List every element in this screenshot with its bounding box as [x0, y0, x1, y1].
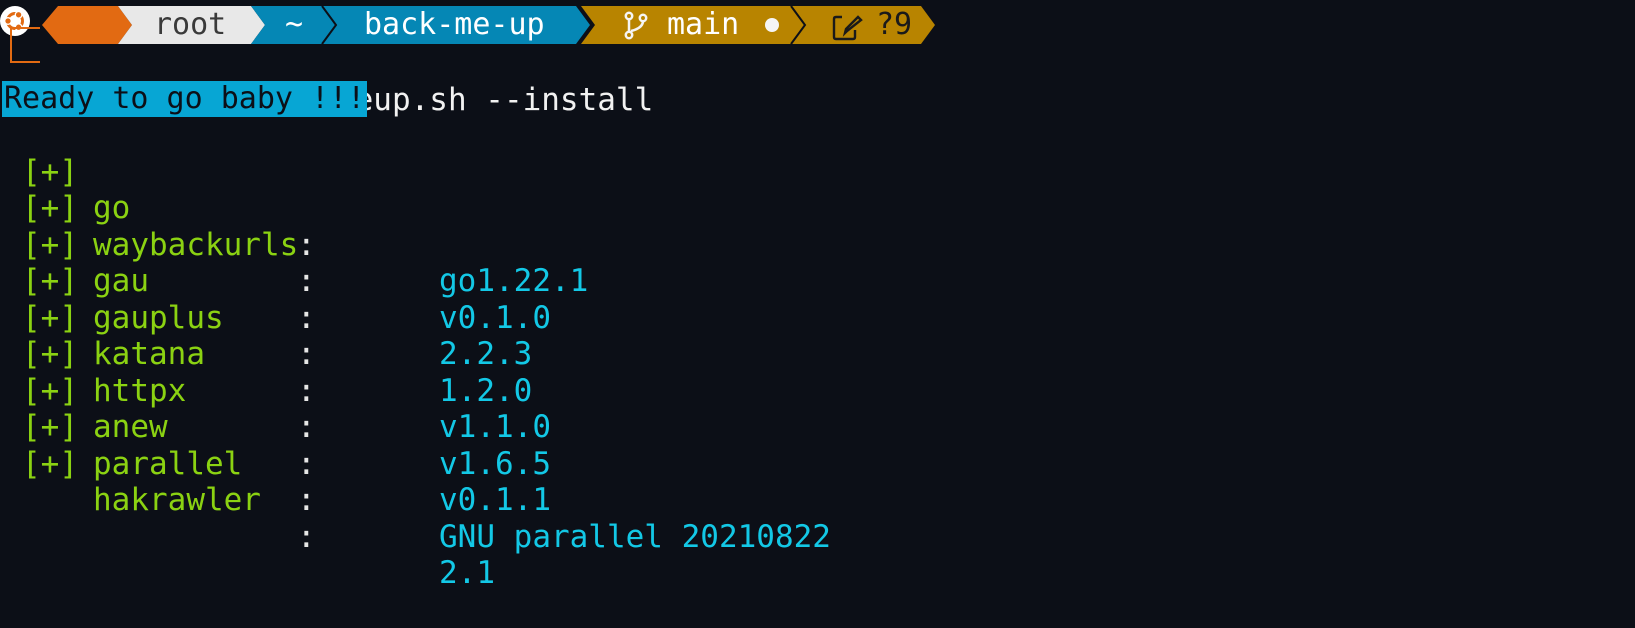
tool-separator: :: [297, 518, 316, 555]
prompt-directory: back-me-up: [364, 7, 545, 42]
tool-version: v0.1.0: [439, 299, 551, 336]
tool-separator: :: [297, 409, 316, 445]
tool-separator: :: [297, 482, 316, 518]
list-item: [+] httpx : v1.6.5: [22, 300, 551, 482]
tool-name: hakrawler: [93, 482, 261, 518]
prompt-user: root: [154, 7, 227, 42]
tool-separator: :: [297, 226, 316, 263]
tool-version: v1.6.5: [439, 445, 551, 482]
list-item: [+] gauplus : 1.2.0: [22, 227, 532, 409]
terminal-window[interactable]: root ~ back-me-up main ?9 # bash backmeu…: [0, 0, 1635, 592]
prompt-corner: [10, 27, 40, 63]
prompt-git-untracked: ?9: [876, 7, 913, 42]
prompt-home: ~: [285, 7, 304, 42]
tool-list: [+] go : go1.22.1 [+] waybackurls : v0.1…: [22, 117, 831, 592]
prompt-git-branch: main: [667, 7, 740, 42]
dot-icon: [765, 18, 779, 32]
tool-version: go1.22.1: [439, 263, 589, 299]
tool-separator: :: [297, 372, 316, 409]
prompt-bar: root ~ back-me-up main ?9: [0, 5, 1000, 45]
command-line[interactable]: # bash backmeup.sh --install: [56, 43, 654, 118]
ready-banner: Ready to go baby !!!: [2, 81, 368, 117]
list-item: [+] anew : v0.1.1: [22, 336, 551, 519]
tool-version: v1.1.0: [439, 409, 551, 445]
tool-separator: :: [297, 263, 316, 299]
tool-version: 1.2.0: [439, 372, 533, 409]
os-segment: [42, 6, 132, 44]
tool-separator: :: [297, 299, 316, 336]
list-item: [+] waybackurls : v0.1.0: [22, 154, 551, 336]
list-item: [+] parallel : GNU parallel 20210822: [22, 373, 831, 555]
list-item: [+] hakrawler : 2.1: [22, 409, 495, 592]
tool-status-mark: [+]: [22, 445, 78, 482]
tool-version: 2.2.3: [439, 336, 533, 372]
tool-version: GNU parallel 20210822: [439, 518, 831, 555]
list-item: [+] gau : 2.2.3: [22, 190, 532, 373]
tool-separator: :: [297, 445, 316, 482]
tool-separator: :: [297, 336, 316, 372]
tool-version: 2.1: [439, 555, 495, 591]
tool-version: v0.1.1: [439, 482, 551, 518]
list-item: [+] go : go1.22.1: [22, 117, 588, 300]
git-status-segment: [791, 6, 935, 44]
list-item: [+] katana : v1.1.0: [22, 263, 551, 446]
